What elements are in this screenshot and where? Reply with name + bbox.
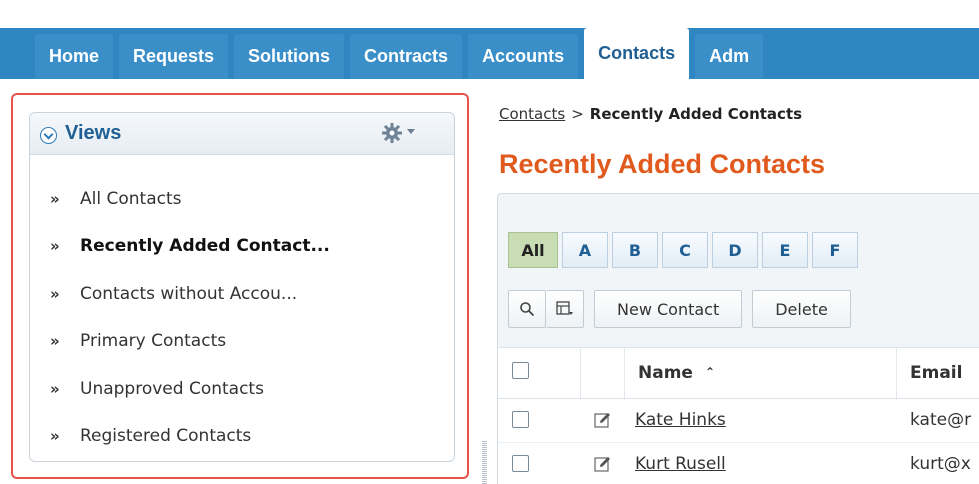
view-item-recently-added[interactable]: » Recently Added Contact... (50, 223, 330, 271)
column-chooser-icon (555, 301, 573, 315)
chevron-right-icon: » (50, 284, 60, 303)
contact-name-link[interactable]: Kurt Rusell (635, 454, 726, 474)
list-toolbar: New Contact Delete (508, 290, 861, 328)
tab-contacts[interactable]: Contacts (584, 28, 690, 79)
row-checkbox[interactable] (512, 411, 529, 428)
new-contact-button[interactable]: New Contact (594, 290, 743, 328)
view-item-label: Registered Contacts (80, 426, 252, 447)
chevron-right-icon: » (50, 427, 60, 446)
column-header-email[interactable]: Email (910, 363, 962, 383)
view-item-label: Contacts without Accou... (80, 283, 298, 304)
chevron-right-icon: » (50, 379, 60, 398)
alpha-filter-d[interactable]: D (712, 232, 758, 268)
select-all-checkbox[interactable] (512, 362, 529, 379)
search-button[interactable] (508, 290, 546, 328)
alpha-filter-e[interactable]: E (762, 232, 808, 268)
top-nav-tabs: Home Requests Solutions Contracts Accoun… (35, 28, 769, 79)
tab-requests[interactable]: Requests (119, 34, 229, 79)
alpha-filter-f[interactable]: F (812, 232, 858, 268)
view-item-without-accounts[interactable]: » Contacts without Accou... (50, 270, 330, 318)
alpha-filter-all[interactable]: All (508, 232, 558, 268)
page-title: Recently Added Contacts (499, 149, 826, 179)
view-item-all-contacts[interactable]: » All Contacts (50, 175, 330, 223)
gear-icon[interactable] (380, 121, 404, 145)
tab-accounts[interactable]: Accounts (468, 34, 579, 79)
sort-ascending-icon[interactable]: ⌃ (705, 365, 715, 379)
alpha-filter-c[interactable]: C (662, 232, 708, 268)
breadcrumb-separator: > (571, 105, 584, 123)
table-header: Name ⌃ Email (498, 347, 979, 400)
views-highlight-frame: Views » All Contacts » Recently Added Co… (11, 93, 469, 479)
table-row: Kurt Rusell kurt@x (498, 443, 979, 484)
column-header-name[interactable]: Name (638, 363, 693, 383)
contacts-list-container: All A B C D E F New Contact Delete Name … (497, 193, 979, 484)
tab-solutions[interactable]: Solutions (234, 34, 345, 79)
breadcrumb: Contacts > Recently Added Contacts (499, 105, 802, 123)
contacts-table: Name ⌃ Email Kate Hinks kate@r Kurt Ruse… (498, 347, 979, 484)
tab-home[interactable]: Home (35, 34, 114, 79)
alphabet-filter: All A B C D E F (508, 232, 862, 268)
view-item-label: Recently Added Contact... (80, 236, 330, 257)
view-item-primary-contacts[interactable]: » Primary Contacts (50, 318, 330, 366)
column-divider (896, 348, 897, 400)
table-row: Kate Hinks kate@r (498, 399, 979, 443)
edit-icon[interactable] (594, 411, 612, 429)
chevron-right-icon: » (50, 237, 60, 256)
views-list: » All Contacts » Recently Added Contact.… (50, 175, 330, 460)
view-item-label: Unapproved Contacts (80, 378, 264, 399)
view-item-label: All Contacts (80, 188, 182, 209)
chevron-right-icon: » (50, 189, 60, 208)
contact-email: kurt@x (910, 454, 971, 474)
contact-email: kate@r (910, 410, 972, 430)
contact-name-link[interactable]: Kate Hinks (635, 410, 726, 430)
row-checkbox[interactable] (512, 455, 529, 472)
view-item-label: Primary Contacts (80, 331, 227, 352)
tab-contracts[interactable]: Contracts (350, 34, 463, 79)
breadcrumb-contacts-link[interactable]: Contacts (499, 105, 565, 123)
gear-dropdown-caret-icon[interactable] (407, 129, 415, 134)
alpha-filter-a[interactable]: A (562, 232, 608, 268)
alpha-filter-b[interactable]: B (612, 232, 658, 268)
view-item-registered-contacts[interactable]: » Registered Contacts (50, 413, 330, 461)
panel-splitter-handle[interactable] (482, 440, 487, 484)
column-divider (624, 348, 625, 400)
delete-button[interactable]: Delete (752, 290, 851, 328)
views-panel: Views » All Contacts » Recently Added Co… (29, 112, 455, 462)
column-chooser-button[interactable] (546, 290, 584, 328)
views-title: Views (65, 122, 122, 144)
search-icon (520, 302, 535, 317)
breadcrumb-current: Recently Added Contacts (589, 105, 803, 123)
chevron-right-icon: » (50, 332, 60, 351)
main-content: Contacts > Recently Added Contacts Recentl… (490, 93, 979, 484)
edit-icon[interactable] (594, 455, 612, 473)
collapse-chevron-icon[interactable] (40, 127, 57, 144)
view-item-unapproved-contacts[interactable]: » Unapproved Contacts (50, 365, 330, 413)
tab-admin[interactable]: Adm (695, 34, 764, 79)
column-divider (580, 348, 581, 400)
views-header: Views (30, 113, 454, 155)
